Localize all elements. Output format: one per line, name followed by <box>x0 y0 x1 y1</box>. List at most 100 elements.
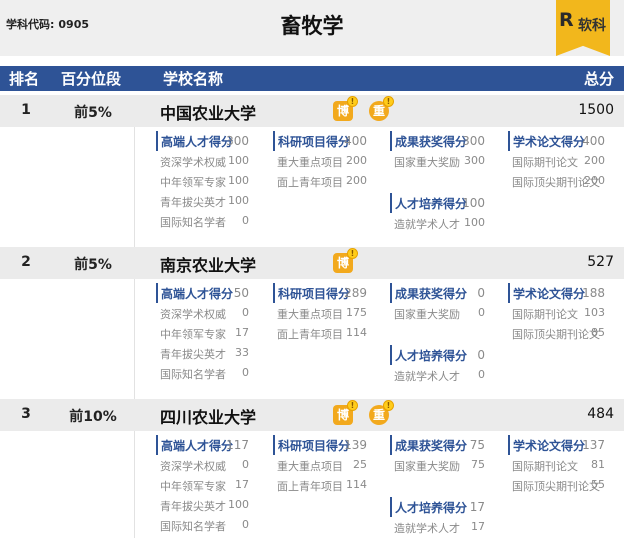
doctoral-badge-icon[interactable]: 博! <box>333 248 358 273</box>
key-discipline-badge-icon[interactable]: 重! <box>369 96 394 121</box>
award-header[interactable]: 成果获奖得分 300 <box>390 131 485 151</box>
award-label: 成果获奖得分 <box>395 439 468 453</box>
score-item-value: 0 <box>478 368 485 381</box>
ruanke-logo-text: 软科 <box>578 18 606 34</box>
training-score: 17 <box>469 500 485 514</box>
school-row[interactable]: 2 前5% 南京农业大学 博! 527 <box>0 247 624 279</box>
research-header[interactable]: 科研项目得分 400 <box>273 131 367 151</box>
award-score: 75 <box>469 438 485 452</box>
badge-alert-icon: ! <box>347 248 358 259</box>
award-header[interactable]: 成果获奖得分 75 <box>390 435 485 455</box>
score-item-value: 200 <box>346 154 367 167</box>
training-score: 0 <box>477 348 485 362</box>
research-header[interactable]: 科研项目得分 139 <box>273 435 367 455</box>
school-row[interactable]: 3 前10% 四川农业大学 博! 重! 484 <box>0 399 624 431</box>
training-group: 人才培养得分 17 造就学术人才 17 <box>390 497 485 537</box>
school-name[interactable]: 中国农业大学 <box>160 100 256 124</box>
score-item-label: 青年拔尖英才 <box>160 500 226 513</box>
col-header-percentile[interactable]: 百分位段 <box>61 68 121 89</box>
doctoral-badge-icon[interactable]: 博! <box>333 400 358 425</box>
score-item-value: 100 <box>228 194 249 207</box>
papers-group: 学术论文得分 400 国际期刊论文 200 国际顶尖期刊论文 200 <box>508 131 605 191</box>
col-header-school[interactable]: 学校名称 <box>163 68 223 89</box>
column-divider <box>134 127 135 247</box>
award-label: 成果获奖得分 <box>395 135 468 149</box>
award-header[interactable]: 成果获奖得分 0 <box>390 283 485 303</box>
rank-value: 3 <box>21 406 31 422</box>
key-discipline-badge-icon[interactable]: 重! <box>369 400 394 425</box>
award-group: 成果获奖得分 75 国家重大奖励 75 <box>390 435 485 475</box>
ruanke-logo[interactable]: R 软科 <box>556 0 610 56</box>
training-label: 人才培养得分 <box>395 349 468 363</box>
score-item: 国际期刊论文 200 <box>508 151 605 171</box>
talent-group: 高端人才得分 50 资深学术权威 0 中年领军专家 17 青年拔尖英才 33 国际知名学者 0 <box>156 283 249 383</box>
score-item: 重大重点项目 200 <box>273 151 367 171</box>
percentile-value: 前5% <box>74 105 112 121</box>
talent-header[interactable]: 高端人才得分 50 <box>156 283 249 303</box>
score-item-label: 中年领军专家 <box>160 328 226 341</box>
badge-alert-icon: ! <box>383 400 394 411</box>
score-item-label: 国际顶尖期刊论文 <box>512 480 600 493</box>
score-item: 国际知名学者 0 <box>156 363 249 383</box>
total-score: 484 <box>587 406 614 422</box>
score-item-label: 重大重点项目 <box>277 460 343 473</box>
school-entry: 2 前5% 南京农业大学 博! 527 高端人才得分 50 资深学术权威 0 中年领军专家 17 青年… <box>0 247 624 399</box>
award-score: 0 <box>477 286 485 300</box>
score-item-label: 国际知名学者 <box>160 520 226 533</box>
training-header[interactable]: 人才培养得分 100 <box>390 193 485 213</box>
research-label: 科研项目得分 <box>278 135 351 149</box>
training-header[interactable]: 人才培养得分 0 <box>390 345 485 365</box>
training-label: 人才培养得分 <box>395 197 468 211</box>
score-item-label: 国家重大奖励 <box>394 156 460 169</box>
papers-label: 学术论文得分 <box>513 439 586 453</box>
score-item: 国际顶尖期刊论文 55 <box>508 475 605 495</box>
ruanke-logo-icon: R <box>559 9 574 31</box>
score-item-label: 造就学术人才 <box>394 370 460 383</box>
score-item-value: 0 <box>242 366 249 379</box>
doctoral-badge-icon[interactable]: 博! <box>333 96 358 121</box>
school-row[interactable]: 1 前5% 中国农业大学 博! 重! 1500 <box>0 95 624 127</box>
score-item-value: 55 <box>591 478 605 491</box>
score-item: 重大重点项目 175 <box>273 303 367 323</box>
percentile-value: 前10% <box>69 409 117 425</box>
score-item: 国际知名学者 0 <box>156 211 249 231</box>
training-score: 100 <box>462 196 485 210</box>
training-header[interactable]: 人才培养得分 17 <box>390 497 485 517</box>
score-item-value: 100 <box>228 174 249 187</box>
badge-alert-icon: ! <box>347 96 358 107</box>
col-header-total[interactable]: 总分 <box>584 68 614 89</box>
score-item: 中年领军专家 100 <box>156 171 249 191</box>
score-item-label: 国家重大奖励 <box>394 460 460 473</box>
score-item: 资深学术权威 0 <box>156 303 249 323</box>
research-header[interactable]: 科研项目得分 289 <box>273 283 367 303</box>
score-item-value: 81 <box>591 458 605 471</box>
col-header-rank[interactable]: 排名 <box>9 68 39 89</box>
score-item-label: 国际知名学者 <box>160 216 226 229</box>
school-entry: 1 前5% 中国农业大学博! 重! 1500 高端人才得分 300 资深学术权威 100 中年领军… <box>0 95 624 247</box>
table-header: 排名 百分位段 学校名称 总分 <box>0 66 624 91</box>
score-item: 面上青年项目 200 <box>273 171 367 191</box>
talent-header[interactable]: 高端人才得分 300 <box>156 131 249 151</box>
research-group: 科研项目得分 139 重大重点项目 25 面上青年项目 114 <box>273 435 367 495</box>
score-item-label: 国家重大奖励 <box>394 308 460 321</box>
score-item-label: 造就学术人才 <box>394 522 460 535</box>
talent-label: 高端人才得分 <box>161 287 234 301</box>
percentile-value: 前5% <box>74 257 112 273</box>
papers-header[interactable]: 学术论文得分 137 <box>508 435 605 455</box>
score-item-label: 国际期刊论文 <box>512 308 578 321</box>
score-item: 造就学术人才 17 <box>390 517 485 537</box>
school-name[interactable]: 南京农业大学 <box>160 252 256 276</box>
school-name[interactable]: 四川农业大学 <box>160 404 256 428</box>
score-item-value: 25 <box>353 458 367 471</box>
score-item-label: 面上青年项目 <box>277 480 343 493</box>
talent-header[interactable]: 高端人才得分 117 <box>156 435 249 455</box>
score-item-value: 0 <box>242 458 249 471</box>
top-bar: 学科代码: 0905 畜牧学 R 软科 <box>0 0 624 56</box>
score-item-value: 17 <box>235 326 249 339</box>
score-item: 国家重大奖励 75 <box>390 455 485 475</box>
score-item-label: 面上青年项目 <box>277 328 343 341</box>
score-item-value: 0 <box>242 518 249 531</box>
papers-header[interactable]: 学术论文得分 188 <box>508 283 605 303</box>
research-score: 289 <box>344 286 367 300</box>
papers-header[interactable]: 学术论文得分 400 <box>508 131 605 151</box>
